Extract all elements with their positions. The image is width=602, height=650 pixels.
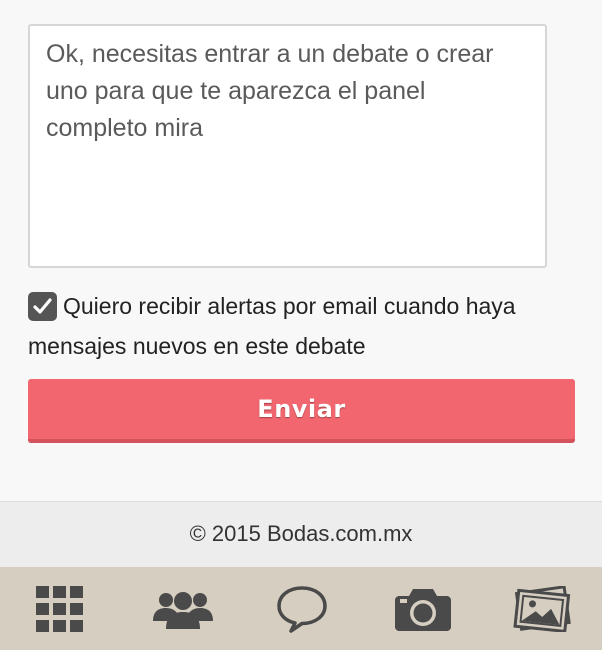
tab-photos[interactable] bbox=[503, 567, 583, 650]
copyright-text: © 2015 Bodas.com.mx bbox=[189, 521, 413, 546]
message-textarea[interactable] bbox=[28, 24, 547, 268]
footer: © 2015 Bodas.com.mx bbox=[0, 501, 602, 567]
bottom-tab-bar bbox=[0, 567, 602, 650]
camera-icon bbox=[395, 588, 451, 631]
alert-label[interactable]: Quiero recibir alertas por email cuando … bbox=[28, 293, 516, 359]
alert-checkbox[interactable] bbox=[28, 292, 57, 321]
grid-icon bbox=[36, 585, 83, 632]
send-button[interactable]: Enviar bbox=[28, 379, 575, 443]
alert-option: Quiero recibir alertas por email cuando … bbox=[28, 286, 578, 366]
community-icon bbox=[152, 591, 213, 629]
tab-community[interactable] bbox=[140, 567, 225, 650]
tab-menu[interactable] bbox=[20, 567, 100, 650]
page: Quiero recibir alertas por email cuando … bbox=[0, 0, 602, 650]
checkmark-icon bbox=[33, 298, 52, 314]
tab-chat[interactable] bbox=[262, 567, 342, 650]
chat-bubble-icon bbox=[277, 585, 327, 633]
photos-icon bbox=[513, 585, 571, 632]
tab-camera[interactable] bbox=[383, 567, 463, 650]
